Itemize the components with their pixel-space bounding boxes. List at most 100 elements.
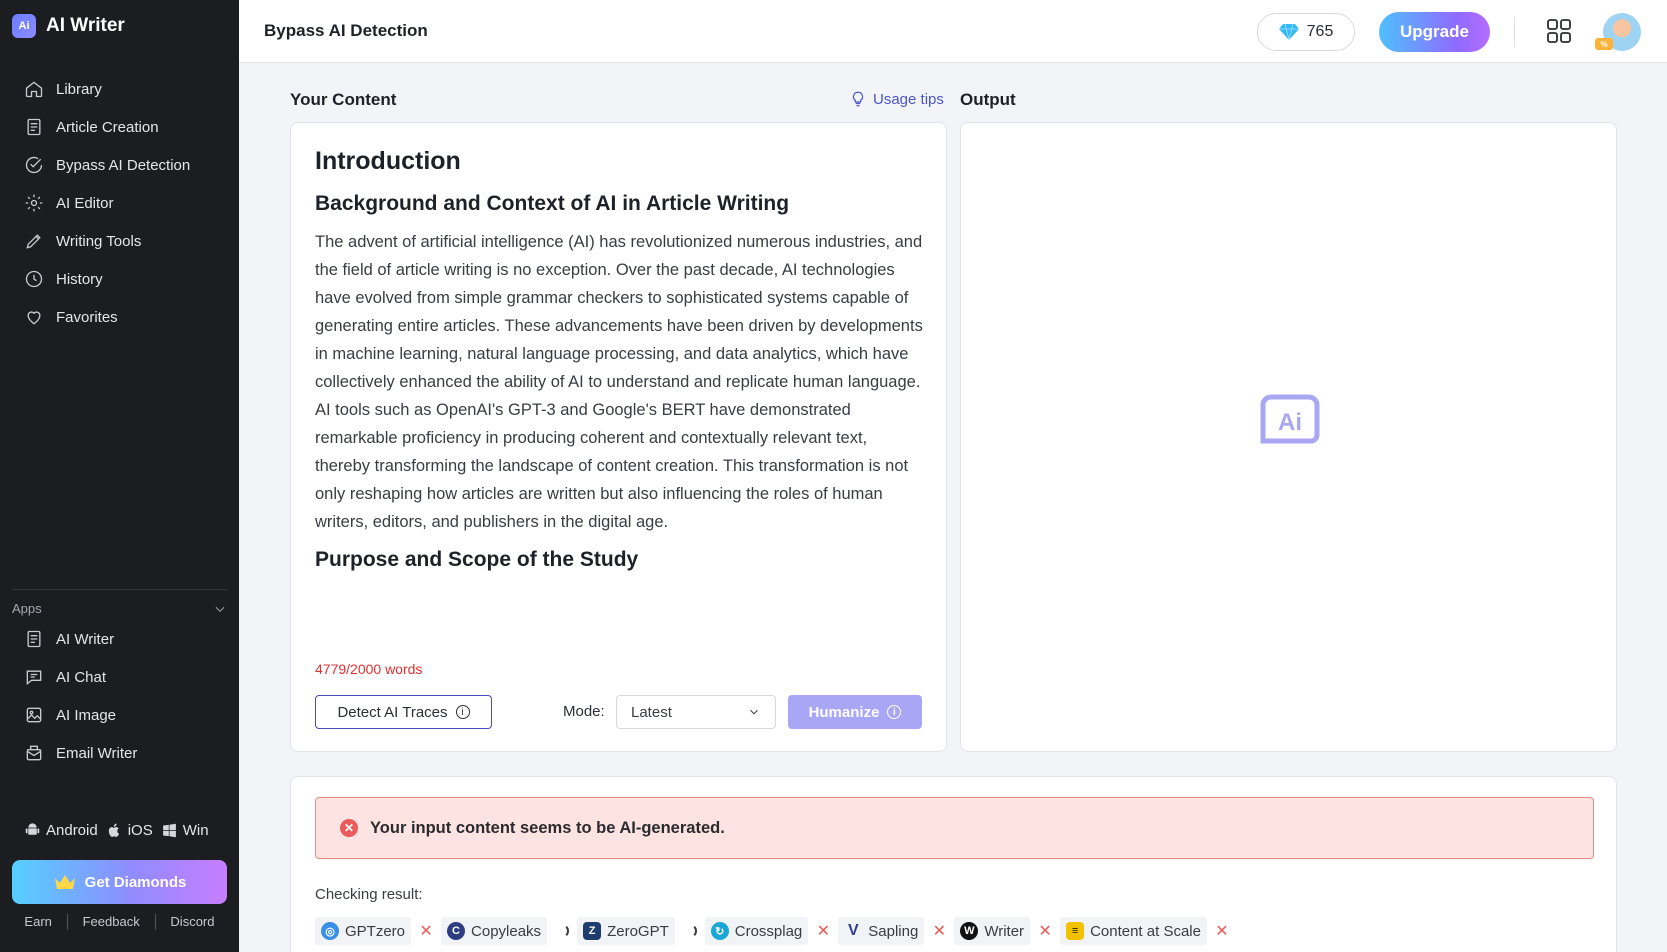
mode-select[interactable]: Latest	[616, 695, 776, 729]
usage-tips-label: Usage tips	[873, 90, 944, 108]
detector-sapling[interactable]: V Sapling	[838, 917, 925, 945]
detector-name: Crossplag	[734, 922, 803, 940]
chat-icon	[26, 670, 42, 686]
platform-ios[interactable]: iOS	[106, 822, 153, 839]
app-item-ai-writer[interactable]: AI Writer	[0, 620, 239, 658]
platform-label: Android	[46, 822, 98, 839]
content-input-panel[interactable]: Introduction Background and Context of A…	[290, 122, 947, 752]
ai-generated-alert: ✕ Your input content seems to be AI-gene…	[315, 797, 1594, 859]
detector-writer[interactable]: W Writer	[954, 917, 1031, 945]
sidebar-item-history[interactable]: History	[0, 260, 239, 298]
checking-result-label: Checking result:	[315, 886, 423, 903]
mail-icon	[26, 745, 42, 761]
platform-label: Win	[182, 822, 209, 839]
detect-ai-traces-label: Detect AI Traces	[337, 703, 448, 721]
apps-section-toggle[interactable]: Apps	[12, 601, 227, 616]
lightbulb-icon	[852, 91, 864, 107]
brand[interactable]: Ai AI Writer	[0, 0, 239, 52]
crossplag-icon: ↻	[710, 922, 729, 940]
detection-result-panel: ✕ Your input content seems to be AI-gene…	[290, 776, 1617, 952]
content-paragraph: The advent of artificial intelligence (A…	[315, 233, 923, 531]
mode-label: Mode:	[563, 703, 605, 720]
detector-gptzero[interactable]: ◎ GPTzero	[315, 917, 412, 945]
diamond-balance[interactable]: 765	[1257, 13, 1355, 51]
content-heading-2: Background and Context of AI in Article …	[315, 192, 790, 215]
word-count: 4779/2000 words	[315, 661, 423, 677]
fail-icon: ✕	[419, 923, 433, 940]
main-nav: Library Article Creation Bypass AI Detec…	[0, 70, 239, 336]
app-item-label: AI Writer	[56, 630, 115, 648]
sidebar-item-label: History	[56, 270, 103, 288]
earn-link[interactable]: Earn	[14, 914, 61, 930]
discord-link[interactable]: Discord	[160, 914, 224, 930]
usage-tips-link[interactable]: Usage tips	[849, 90, 944, 108]
detector-zerogpt[interactable]: Z ZeroGPT	[577, 917, 675, 945]
detector-name: ZeroGPT	[607, 922, 669, 940]
fail-icon: ✕	[816, 923, 830, 940]
get-diamonds-label: Get Diamonds	[84, 873, 187, 891]
platform-links: Android iOS Win	[24, 822, 209, 839]
sidebar-item-favorites[interactable]: Favorites	[0, 298, 239, 336]
platform-label: iOS	[127, 822, 153, 839]
sidebar: Ai AI Writer Library Article Creation By…	[0, 0, 239, 952]
loading-spinner-icon	[555, 924, 570, 938]
output-label: Output	[960, 90, 1016, 109]
ai-logo-icon: Ai	[1260, 394, 1320, 444]
app-item-email-writer[interactable]: Email Writer	[0, 734, 239, 772]
divider	[1514, 17, 1515, 47]
mode-value: Latest	[631, 703, 672, 721]
upgrade-button[interactable]: Upgrade	[1379, 12, 1490, 52]
sidebar-item-label: Library	[56, 80, 102, 98]
alert-message: Your input content seems to be AI-genera…	[370, 818, 725, 837]
app-item-ai-image[interactable]: AI Image	[0, 696, 239, 734]
heart-icon	[27, 311, 41, 325]
chevron-down-icon	[750, 709, 758, 715]
info-icon[interactable]: i	[887, 705, 902, 719]
sidebar-item-library[interactable]: Library	[0, 70, 239, 108]
detector-name: Sapling	[868, 922, 919, 940]
document-icon	[27, 118, 41, 136]
content-at-scale-icon: ≡	[1066, 922, 1085, 940]
detector-name: Writer	[984, 922, 1025, 940]
crown-icon	[54, 875, 75, 889]
your-content-label: Your Content	[290, 90, 397, 109]
copyleaks-icon: C	[447, 922, 466, 940]
apple-icon	[108, 823, 119, 837]
detector-name: Copyleaks	[471, 922, 542, 940]
sidebar-item-ai-editor[interactable]: AI Editor	[0, 184, 239, 222]
topbar: Bypass AI Detection 765 Upgrade %	[239, 0, 1667, 63]
humanize-button[interactable]: Humanize i	[788, 695, 922, 729]
apps-list: AI Writer AI Chat AI Image Email Writer	[0, 620, 239, 772]
feedback-link[interactable]: Feedback	[73, 914, 150, 930]
apps-grid-button[interactable]	[1545, 17, 1573, 45]
page-title: Bypass AI Detection	[264, 21, 428, 40]
app-item-label: AI Chat	[56, 668, 107, 686]
content-heading-3: Purpose and Scope of the Study	[315, 548, 639, 571]
sidebar-item-bypass-ai-detection[interactable]: Bypass AI Detection	[0, 146, 239, 184]
windows-icon	[162, 823, 176, 838]
detector-name: Content at Scale	[1090, 922, 1201, 940]
detector-crossplag[interactable]: ↻ Crossplag	[704, 917, 809, 945]
app-item-ai-chat[interactable]: AI Chat	[0, 658, 239, 696]
avatar-badge-icon: %	[1595, 38, 1613, 50]
sidebar-item-label: Writing Tools	[56, 232, 142, 250]
platform-windows[interactable]: Win	[161, 822, 209, 839]
detect-ai-traces-button[interactable]: Detect AI Traces i	[315, 695, 492, 729]
platform-android[interactable]: Android	[24, 822, 98, 839]
divider	[66, 914, 68, 930]
detector-copyleaks[interactable]: C Copyleaks	[441, 917, 548, 945]
detector-content-at-scale[interactable]: ≡ Content at Scale	[1060, 917, 1207, 945]
sidebar-item-label: Article Creation	[56, 118, 159, 136]
sidebar-item-writing-tools[interactable]: Writing Tools	[0, 222, 239, 260]
app-logo-icon: Ai	[12, 14, 36, 38]
ai-logo-text: Ai	[1278, 409, 1302, 436]
fail-icon: ✕	[1038, 923, 1052, 940]
get-diamonds-button[interactable]: Get Diamonds	[12, 860, 227, 904]
fail-icon: ✕	[932, 923, 947, 940]
info-icon[interactable]: i	[455, 705, 470, 719]
detector-list: ◎ GPTzero ✕ C Copyleaks Z ZeroGPT ↻ Cros…	[315, 917, 1229, 945]
sidebar-item-article-creation[interactable]: Article Creation	[0, 108, 239, 146]
content-editor[interactable]: Introduction Background and Context of A…	[315, 147, 925, 584]
gptzero-icon: ◎	[321, 922, 339, 940]
check-circle-icon	[25, 156, 43, 174]
